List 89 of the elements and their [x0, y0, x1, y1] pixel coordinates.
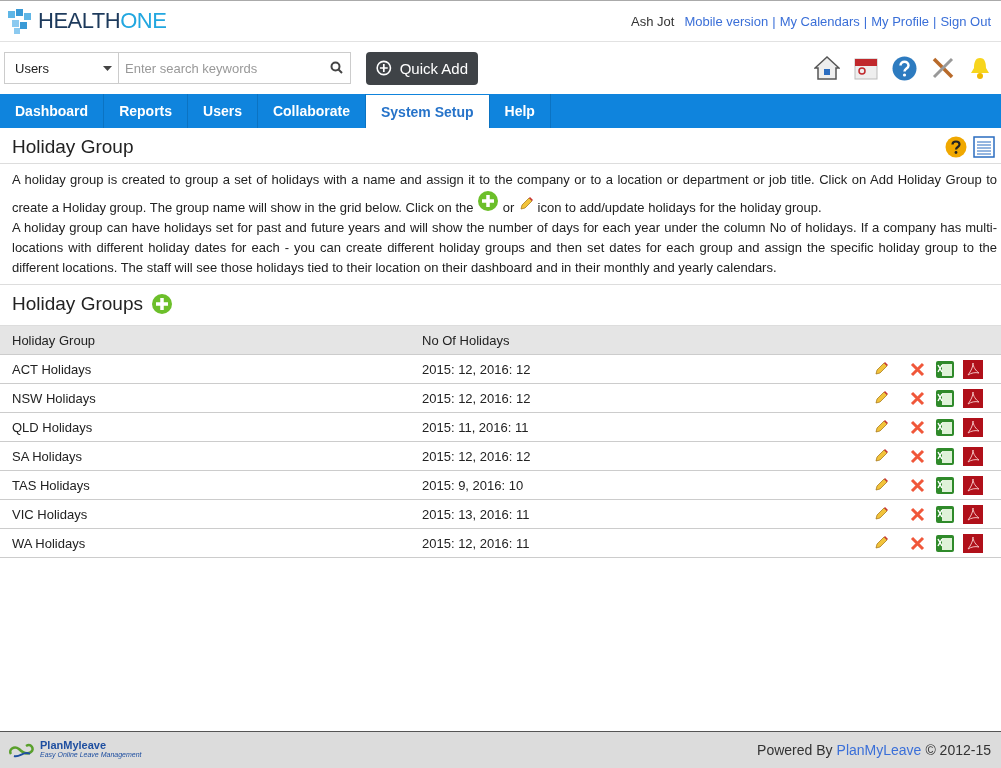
nav-tab[interactable]: System Setup: [365, 95, 490, 128]
table-cell-text: 2015: 13, 2016: 11: [421, 506, 531, 522]
table-cell-text: WA Holidays: [11, 535, 87, 551]
scope-dropdown[interactable]: Users: [4, 52, 119, 84]
scope-value: Users: [15, 60, 49, 76]
header-link[interactable]: Sign Out: [940, 13, 991, 29]
header-link[interactable]: Mobile version: [684, 13, 769, 29]
spreadsheet-icon: [935, 475, 955, 495]
add-icon[interactable]: [477, 190, 500, 212]
search-icon[interactable]: [330, 61, 343, 74]
close-icon: [909, 535, 925, 551]
pencil-icon: [873, 506, 889, 522]
table-cell-text: 2015: 12, 2016: 12: [421, 361, 532, 377]
table-cell-text: 2015: 12, 2016: 12: [421, 448, 532, 464]
table-cell-text: ACT Holidays: [11, 361, 93, 377]
close-icon: [909, 390, 925, 406]
link-separator: |: [933, 13, 937, 29]
nav-tab[interactable]: Collaborate: [257, 94, 366, 128]
table-cell-text: SA Holidays: [11, 448, 84, 464]
pencil-icon: [873, 390, 889, 406]
home-icon[interactable]: [814, 56, 840, 80]
excel-export-button[interactable]: [935, 446, 955, 466]
spreadsheet-icon: [935, 388, 955, 408]
spreadsheet-icon: [935, 533, 955, 553]
pdf-icon: [963, 417, 983, 437]
section-title: Holiday Groups: [12, 293, 143, 315]
table-cell-text: TAS Holidays: [11, 477, 91, 493]
description-text: A holiday group can have holidays set for past and future years and will show the number of days for each year under the column No of holidays. If a company has multi-locations with different holiday dates for each - you can create different holiday groups and then set dates for each group and assign the specific holiday group to the different locations. The staff will see those holidays tied to their location on their dashboard and in their monthly and yearly calendars.: [12, 219, 997, 277]
table-cell-text: 2015: 12, 2016: 11: [421, 535, 531, 551]
list-icon[interactable]: [973, 136, 995, 158]
column-header: No Of Holidays: [421, 332, 511, 348]
tools-icon[interactable]: [931, 56, 955, 80]
excel-export-button[interactable]: [935, 359, 955, 379]
spreadsheet-icon: [935, 417, 955, 437]
excel-export-button[interactable]: [935, 533, 955, 553]
excel-export-button[interactable]: [935, 417, 955, 437]
table-cell-text: 2015: 12, 2016: 12: [421, 390, 532, 406]
header-link[interactable]: My Calendars: [779, 13, 860, 29]
pdf-icon: [963, 504, 983, 524]
close-icon: [909, 361, 925, 377]
pencil-icon: [873, 419, 889, 435]
column-header: Holiday Group: [11, 332, 97, 348]
spreadsheet-icon: [935, 504, 955, 524]
header-link[interactable]: My Profile: [871, 13, 929, 29]
powered-by-text: Powered By: [757, 742, 833, 758]
link-separator: |: [772, 13, 776, 29]
search-field[interactable]: Enter search keywords: [119, 52, 351, 84]
pdf-icon: [963, 359, 983, 379]
close-icon: [909, 448, 925, 464]
description-text: A holiday group is created to group a set of holidays with a name and assign it to the company or to a location or department or job title. Click on Add Holiday Group to create a Holiday group. The group name will show in the grid below. Click on the or icon to add/update holidays for the holiday group.: [12, 171, 997, 217]
excel-export-button[interactable]: [935, 388, 955, 408]
pencil-icon: [873, 535, 889, 551]
brand-link[interactable]: PlanMyLeave: [836, 742, 922, 758]
plus-circle-icon: [376, 58, 392, 78]
pdf-icon: [963, 533, 983, 553]
pencil-icon: [873, 477, 889, 493]
cubes-logo-icon: [6, 7, 34, 35]
pdf-icon: [963, 388, 983, 408]
table-cell-text: 2015: 9, 2016: 10: [421, 477, 525, 493]
pencil-icon: [873, 361, 889, 377]
user-name: Ash Jot: [631, 13, 675, 29]
close-icon: [909, 419, 925, 435]
table-cell-text: VIC Holidays: [11, 506, 89, 522]
spreadsheet-icon: [935, 359, 955, 379]
nav-tab[interactable]: Users: [188, 94, 258, 128]
table-cell-text: QLD Holidays: [11, 419, 94, 435]
nav-tab[interactable]: Help: [489, 94, 551, 128]
pencil-icon: [873, 448, 889, 464]
add-icon[interactable]: [150, 293, 173, 315]
calendar-icon[interactable]: [854, 56, 878, 80]
caret-icon: [103, 65, 112, 71]
excel-export-button[interactable]: [935, 504, 955, 524]
excel-export-button[interactable]: [935, 475, 955, 495]
close-icon: [909, 477, 925, 493]
pencil-icon[interactable]: [517, 196, 534, 212]
help-icon[interactable]: [945, 136, 967, 158]
pdf-icon: [963, 446, 983, 466]
nav-tab[interactable]: Dashboard: [0, 94, 105, 128]
page-title: Holiday Group: [12, 136, 134, 158]
copyright-text: © 2012-15: [925, 742, 991, 758]
close-icon: [909, 506, 925, 522]
nav-tab[interactable]: Reports: [104, 94, 189, 128]
table-cell-text: 2015: 11, 2016: 11: [421, 419, 530, 435]
pdf-icon: [963, 475, 983, 495]
brand-logo-text: HEALTHONE: [38, 8, 167, 34]
spreadsheet-icon: [935, 446, 955, 466]
quick-add-button[interactable]: Quick Add: [366, 51, 478, 85]
table-cell-text: NSW Holidays: [11, 390, 97, 406]
link-separator: |: [863, 13, 868, 29]
